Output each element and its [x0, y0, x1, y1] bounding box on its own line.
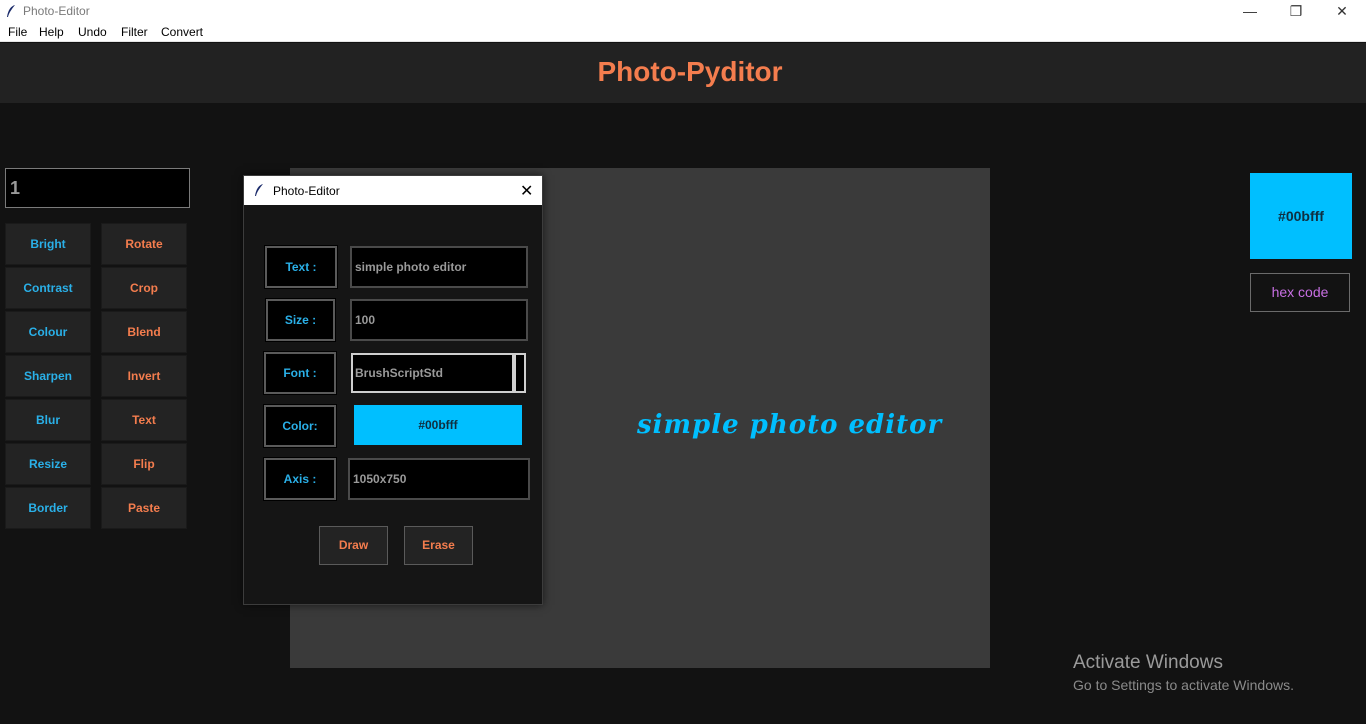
sharpen-button[interactable]: Sharpen	[5, 355, 91, 397]
menu-filter[interactable]: Filter	[121, 25, 148, 39]
menu-help[interactable]: Help	[39, 25, 64, 39]
invert-button[interactable]: Invert	[101, 355, 187, 397]
menu-file[interactable]: File	[8, 25, 27, 39]
app-header: Photo-Pyditor	[0, 43, 1366, 103]
paste-button[interactable]: Paste	[101, 487, 187, 529]
color-swatch[interactable]: #00bfff	[1250, 173, 1352, 259]
bright-button[interactable]: Bright	[5, 223, 91, 265]
value-input[interactable]: 1	[5, 168, 190, 208]
maximize-button[interactable]: ❐	[1273, 0, 1319, 23]
close-button[interactable]: ✕	[1319, 0, 1365, 23]
menu-convert[interactable]: Convert	[161, 25, 203, 39]
hex-code-button[interactable]: hex code	[1250, 273, 1350, 312]
text-button[interactable]: Text	[101, 399, 187, 441]
draw-button[interactable]: Draw	[319, 526, 388, 565]
font-label: Font :	[263, 351, 337, 395]
erase-button[interactable]: Erase	[404, 526, 473, 565]
color-picker-field[interactable]: #00bfff	[354, 405, 522, 445]
rotate-button[interactable]: Rotate	[101, 223, 187, 265]
axis-input[interactable]: 1050x750	[348, 458, 530, 500]
blur-button[interactable]: Blur	[5, 399, 91, 441]
colour-button[interactable]: Colour	[5, 311, 91, 353]
dialog-title: Photo-Editor	[273, 184, 340, 198]
window-title: Photo-Editor	[23, 4, 90, 18]
feather-icon	[255, 184, 263, 196]
activate-windows-title: Activate Windows	[1073, 652, 1223, 673]
feather-icon	[7, 5, 15, 17]
size-input[interactable]: 100	[350, 299, 528, 341]
window-titlebar: Photo-Editor — ❐ ✕	[0, 0, 1366, 23]
text-label: Text :	[264, 245, 338, 289]
text-input[interactable]: simple photo editor	[350, 246, 528, 288]
contrast-button[interactable]: Contrast	[5, 267, 91, 309]
font-dropdown-arrow[interactable]	[514, 353, 526, 393]
border-button[interactable]: Border	[5, 487, 91, 529]
axis-label: Axis :	[263, 457, 337, 501]
resize-button[interactable]: Resize	[5, 443, 91, 485]
dialog-close-icon[interactable]: ✕	[520, 181, 533, 201]
size-label: Size :	[265, 298, 336, 342]
color-label: Color:	[263, 404, 337, 448]
crop-button[interactable]: Crop	[101, 267, 187, 309]
app-title: Photo-Pyditor	[597, 56, 783, 87]
dialog-titlebar: Photo-Editor ✕	[244, 176, 542, 205]
activate-windows-subtitle: Go to Settings to activate Windows.	[1073, 677, 1294, 693]
menu-undo[interactable]: Undo	[78, 25, 107, 39]
text-dialog: Photo-Editor ✕ Text : simple photo edito…	[243, 175, 543, 605]
menu-bar: File Help Undo Filter Convert	[0, 23, 1366, 42]
minimize-button[interactable]: —	[1227, 0, 1273, 23]
font-select[interactable]: BrushScriptStd	[351, 353, 514, 393]
canvas-drawn-text: simple photo editor	[637, 410, 943, 440]
blend-button[interactable]: Blend	[101, 311, 187, 353]
flip-button[interactable]: Flip	[101, 443, 187, 485]
